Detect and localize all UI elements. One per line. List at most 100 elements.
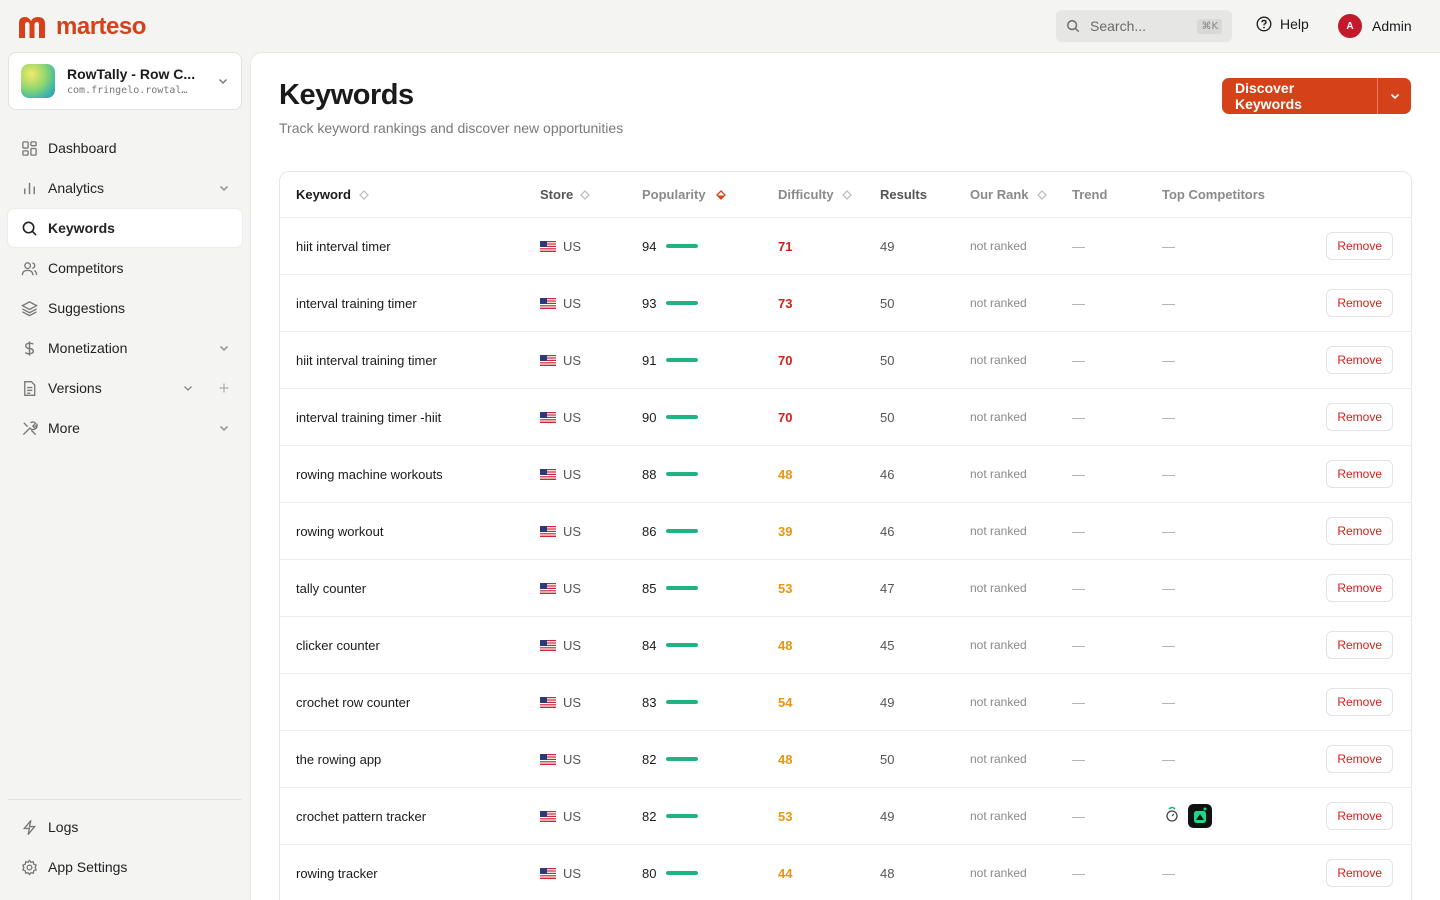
store-cell: US — [540, 752, 642, 767]
rank-value: not ranked — [970, 410, 1027, 424]
chevron-down-icon[interactable] — [218, 182, 230, 194]
popularity-value: 80 — [642, 865, 657, 881]
store-cell: US — [540, 638, 642, 653]
keyword-cell[interactable]: tally counter — [280, 581, 540, 596]
competitor-app-icon[interactable] — [1162, 804, 1186, 828]
chevron-down-icon[interactable] — [218, 422, 230, 434]
remove-button[interactable]: Remove — [1326, 289, 1393, 317]
chevron-down-icon — [219, 79, 227, 84]
chevron-down-icon[interactable] — [182, 382, 194, 394]
keyword-cell[interactable]: the rowing app — [280, 752, 540, 767]
difficulty-value: 48 — [778, 751, 793, 767]
remove-button[interactable]: Remove — [1326, 859, 1393, 887]
remove-button[interactable]: Remove — [1326, 232, 1393, 260]
remove-button[interactable]: Remove — [1326, 631, 1393, 659]
results-value: 48 — [880, 865, 895, 881]
keyword-cell[interactable]: rowing workout — [280, 524, 540, 539]
keyword-cell[interactable]: hiit interval training timer — [280, 353, 540, 368]
header-label: Top Competitors — [1162, 187, 1266, 202]
keyword-cell[interactable]: crochet row counter — [280, 695, 540, 710]
plus-icon[interactable] — [218, 382, 230, 394]
keyword-cell[interactable]: crochet pattern tracker — [280, 809, 540, 824]
table-header: Keyword Store Popularity Difficulty Resu… — [280, 172, 1411, 218]
popularity-cell: 83 — [642, 695, 778, 710]
remove-button[interactable]: Remove — [1326, 517, 1393, 545]
sidebar-item-label: Suggestions — [48, 300, 126, 316]
user-name: Admin — [1372, 18, 1412, 34]
sidebar-item-keywords[interactable]: Keywords — [8, 209, 242, 247]
header-label: Difficulty — [778, 187, 834, 202]
column-header-keyword[interactable]: Keyword — [280, 187, 540, 202]
sidebar-item-versions[interactable]: Versions — [8, 369, 242, 407]
competitors-value: — — [1162, 523, 1175, 539]
header-label: Keyword — [296, 187, 351, 202]
dollar-icon — [24, 340, 34, 356]
rank-value: not ranked — [970, 581, 1027, 595]
column-header-popularity[interactable]: Popularity — [642, 187, 778, 202]
sidebar-item-more[interactable]: More — [8, 409, 242, 447]
competitors-cell: — — [1162, 866, 1292, 881]
keyword-cell[interactable]: hiit interval timer — [280, 239, 540, 254]
remove-button[interactable]: Remove — [1326, 574, 1393, 602]
remove-button[interactable]: Remove — [1326, 688, 1393, 716]
keyword-cell[interactable]: interval training timer — [280, 296, 540, 311]
remove-button[interactable]: Remove — [1326, 802, 1393, 830]
keyword-cell[interactable]: interval training timer -hiit — [280, 410, 540, 425]
rank-value: not ranked — [970, 866, 1027, 880]
app-icon — [21, 64, 55, 98]
keyword-cell[interactable]: rowing tracker — [280, 866, 540, 881]
remove-button[interactable]: Remove — [1326, 460, 1393, 488]
remove-button[interactable]: Remove — [1326, 403, 1393, 431]
results-value: 46 — [880, 466, 895, 482]
brand-logo[interactable]: marteso — [16, 13, 146, 41]
chevron-down-icon[interactable] — [218, 342, 230, 354]
store-cell: US — [540, 866, 642, 881]
popularity-cell: 94 — [642, 239, 778, 254]
trend-value: — — [1072, 466, 1085, 482]
remove-button[interactable]: Remove — [1326, 745, 1393, 773]
us-flag-icon — [540, 696, 556, 708]
keyword-cell[interactable]: rowing machine workouts — [280, 467, 540, 482]
difficulty-value: 73 — [778, 295, 793, 311]
sidebar-item-analytics[interactable]: Analytics — [8, 169, 242, 207]
competitors-value: — — [1162, 637, 1175, 653]
table-row: interval training timer -hiit US 90 70 5… — [280, 389, 1411, 446]
rank-value: not ranked — [970, 524, 1027, 538]
results-value: 49 — [880, 694, 895, 710]
popularity-bar-fill — [666, 472, 699, 476]
sidebar-item-monetization[interactable]: Monetization — [8, 329, 242, 367]
sort-icon — [359, 189, 369, 200]
popularity-value: 86 — [642, 523, 657, 539]
sidebar-item-logs[interactable]: Logs — [8, 808, 242, 846]
keyword-cell[interactable]: clicker counter — [280, 638, 540, 653]
header-label: Popularity — [642, 187, 706, 202]
page-title: Keywords — [279, 79, 414, 111]
difficulty-value: 70 — [778, 409, 793, 425]
user-menu[interactable]: A Admin — [1338, 14, 1412, 38]
remove-button[interactable]: Remove — [1326, 346, 1393, 374]
store-code: US — [563, 466, 582, 482]
column-header-rank[interactable]: Our Rank — [970, 187, 1072, 202]
popularity-value: 85 — [642, 580, 657, 596]
global-search[interactable]: Search... ⌘K — [1056, 10, 1232, 42]
help-button[interactable]: Help — [1256, 16, 1309, 32]
popularity-value: 94 — [642, 238, 657, 254]
sidebar-item-app-settings[interactable]: App Settings — [8, 848, 242, 886]
popularity-bar — [666, 814, 699, 818]
column-header-difficulty[interactable]: Difficulty — [778, 187, 880, 202]
discover-options-button[interactable] — [1377, 78, 1411, 114]
column-header-store[interactable]: Store — [540, 187, 642, 202]
sort-descending-icon — [715, 189, 726, 200]
grid-icon — [21, 140, 37, 156]
competitor-app-icon[interactable] — [1188, 804, 1212, 828]
bolt-icon — [22, 819, 36, 835]
header-label: Trend — [1072, 187, 1108, 202]
store-code: US — [563, 352, 582, 368]
sidebar-item-suggestions[interactable]: Suggestions — [8, 289, 242, 327]
sidebar-item-competitors[interactable]: Competitors — [8, 249, 242, 287]
app-switcher[interactable]: RowTally - Row C... com.fringelo.rowtal… — [8, 52, 242, 110]
sidebar-item-dashboard[interactable]: Dashboard — [8, 129, 242, 167]
avatar: A — [1338, 14, 1362, 38]
discover-keywords-button[interactable]: Discover Keywords — [1222, 78, 1377, 114]
competitors-cell: — — [1162, 353, 1292, 368]
